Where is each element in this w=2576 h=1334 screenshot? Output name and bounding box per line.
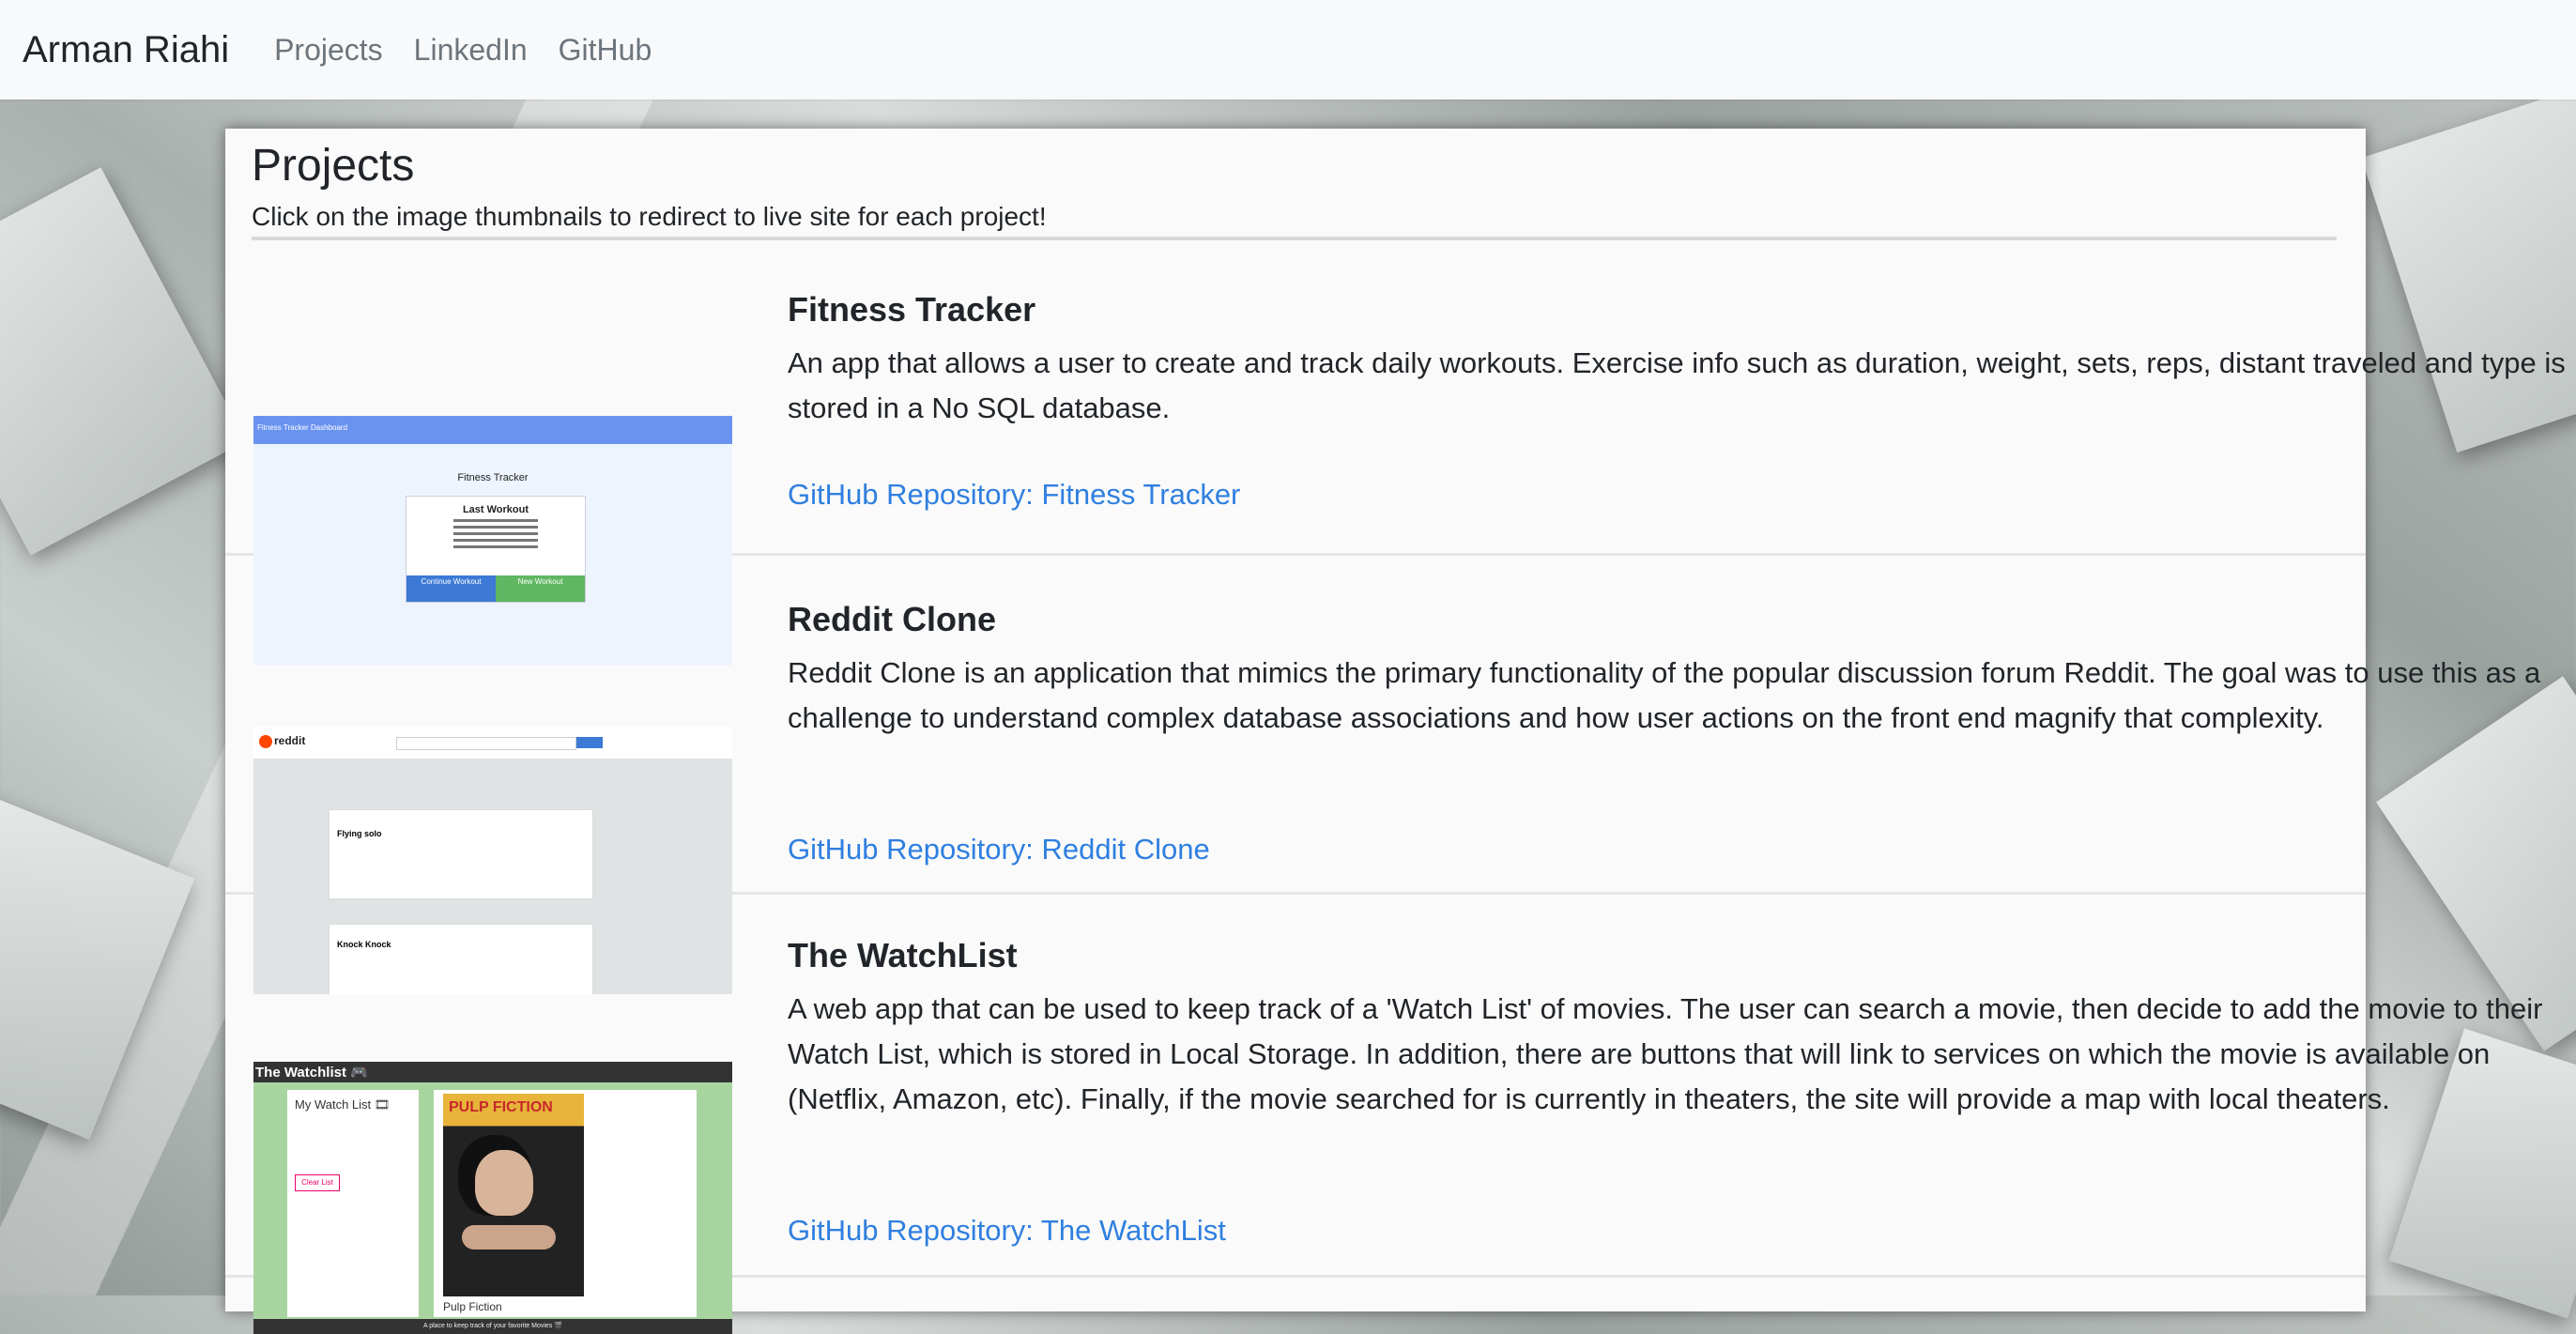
navbar: Arman Riahi Projects LinkedIn GitHub bbox=[0, 0, 2576, 100]
projects-container: Projects Click on the image thumbnails t… bbox=[225, 129, 2566, 1334]
page-title: Projects bbox=[252, 141, 415, 191]
thumb-text-line bbox=[453, 545, 538, 548]
nav-link-github[interactable]: GitHub bbox=[559, 33, 652, 68]
github-repo-link[interactable]: GitHub Repository: The WatchList bbox=[788, 1214, 1226, 1248]
title-divider bbox=[252, 237, 2337, 240]
poster-figure bbox=[475, 1150, 533, 1216]
thumb-footer: A place to keep track of your favorite M… bbox=[253, 1319, 732, 1334]
thumb-post: Flying solo bbox=[329, 809, 593, 899]
movie-poster-image: PULP FICTION bbox=[443, 1094, 584, 1296]
thumb-header: The Watchlist 🎮 bbox=[253, 1062, 732, 1082]
thumb-header: Fitness Tracker Dashboard bbox=[253, 416, 732, 444]
thumb-heading: Fitness Tracker bbox=[457, 472, 529, 483]
thumb-text-line bbox=[453, 526, 538, 529]
watchlist-thumbnail[interactable]: The Watchlist 🎮 My Watch List 🎞 Clear Li… bbox=[253, 1062, 732, 1334]
background-paper bbox=[0, 793, 195, 1141]
background-paper bbox=[0, 167, 247, 556]
github-repo-link[interactable]: GitHub Repository: Fitness Tracker bbox=[788, 478, 1240, 512]
thumb-search-input bbox=[396, 737, 576, 750]
project-title: Reddit Clone bbox=[788, 600, 996, 638]
thumb-movie-panel: PULP FICTION Pulp Fiction bbox=[434, 1090, 697, 1317]
thumb-clear-list-button: Clear List bbox=[295, 1174, 340, 1191]
poster-figure bbox=[462, 1225, 556, 1250]
project-description: Reddit Clone is an application that mimi… bbox=[788, 656, 2541, 734]
thumb-header: reddit bbox=[253, 727, 732, 759]
thumb-text-line bbox=[453, 539, 538, 542]
thumb-text-line bbox=[453, 519, 538, 522]
thumb-text-line bbox=[453, 532, 538, 535]
thumb-logo: reddit bbox=[259, 734, 305, 748]
page-subtitle: Click on the image thumbnails to redirec… bbox=[252, 202, 1047, 231]
project-title: The WatchList bbox=[788, 936, 1018, 974]
thumb-card-title: Last Workout bbox=[462, 504, 529, 515]
github-repo-link[interactable]: GitHub Repository: Reddit Clone bbox=[788, 833, 1210, 866]
nav-link-projects[interactable]: Projects bbox=[274, 33, 383, 68]
thumb-movie-name: Pulp Fiction bbox=[443, 1300, 502, 1313]
thumb-panel-title: My Watch List 🎞 bbox=[295, 1097, 391, 1112]
nav-link-linkedin[interactable]: LinkedIn bbox=[414, 33, 528, 68]
project-title: Fitness Tracker bbox=[788, 290, 1036, 329]
project-description: An app that allows a user to create and … bbox=[788, 346, 2566, 424]
thumb-watch-list-panel: My Watch List 🎞 Clear List bbox=[287, 1090, 419, 1317]
brand-link[interactable]: Arman Riahi bbox=[23, 29, 229, 71]
reddit-logo-icon bbox=[259, 734, 272, 748]
project-description: A web app that can be used to keep track… bbox=[788, 992, 2543, 1115]
poster-title: PULP FICTION bbox=[449, 1099, 553, 1115]
thumb-search-button bbox=[576, 737, 603, 748]
